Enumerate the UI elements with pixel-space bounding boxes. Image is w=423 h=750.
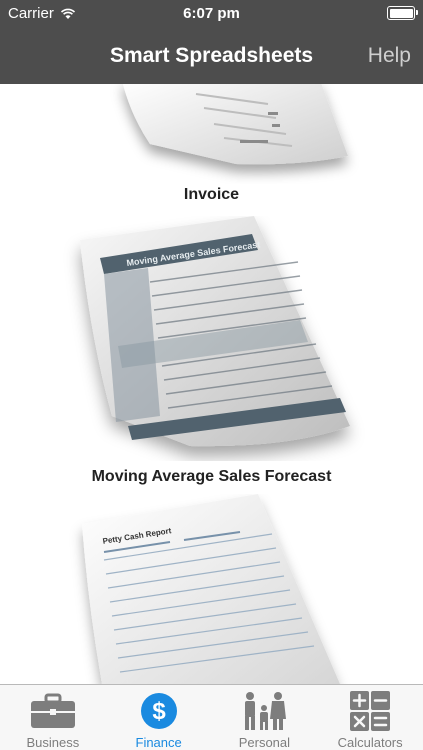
- battery-icon: [387, 6, 418, 20]
- calculator-icon: [346, 691, 394, 731]
- tab-label: Business: [26, 735, 80, 750]
- tab-calculators[interactable]: Calculators: [317, 685, 423, 750]
- template-item-sales-forecast[interactable]: Moving Average Sales Forecast Moving Ave…: [0, 216, 423, 496]
- clock: 6:07 pm: [183, 5, 240, 22]
- tab-bar: Business $ Finance Personal Calculators: [0, 684, 423, 750]
- template-item-invoice[interactable]: Invoice: [0, 84, 423, 214]
- tab-personal[interactable]: Personal: [212, 685, 318, 750]
- status-bar: Carrier 6:07 pm: [0, 0, 423, 28]
- petty-cash-thumbnail: Petty Cash Report: [82, 494, 340, 684]
- template-label: Moving Average Sales Forecast: [91, 468, 332, 485]
- page-title: Smart Spreadsheets: [109, 44, 314, 67]
- briefcase-icon: [29, 691, 77, 731]
- invoice-thumbnail: [123, 84, 348, 165]
- svg-text:$: $: [152, 698, 166, 725]
- dollar-icon: $: [135, 691, 183, 731]
- nav-bar: Smart Spreadsheets Help: [0, 28, 423, 84]
- help-button[interactable]: Help: [368, 44, 411, 68]
- template-label: Invoice: [183, 186, 240, 203]
- tab-business[interactable]: Business: [0, 685, 106, 750]
- tab-finance[interactable]: $ Finance: [106, 685, 212, 750]
- tab-label: Personal: [238, 735, 291, 750]
- sales-forecast-thumbnail: Moving Average Sales Forecast: [80, 216, 350, 447]
- template-list[interactable]: Invoice Moving Average Sales Forecast Mo…: [0, 84, 423, 684]
- tab-label: Calculators: [337, 735, 403, 750]
- template-item-petty-cash[interactable]: Petty Cash Report: [0, 494, 423, 684]
- tab-label: Finance: [135, 735, 182, 750]
- family-icon: [240, 691, 288, 731]
